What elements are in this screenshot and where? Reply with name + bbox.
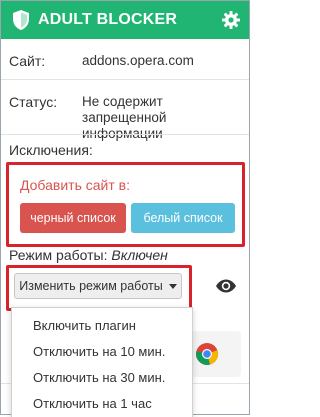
gear-icon[interactable] [221,10,241,30]
exclusions-box: Добавить сайт в: черный список белый спи… [6,162,245,247]
shield-icon [13,10,29,30]
site-label: Сайт: [9,53,46,69]
black-list-button[interactable]: черный список [20,203,126,233]
site-value: addons.opera.com [82,53,194,68]
menu-item-disable-1-hour[interactable]: Отключить на 1 час [33,396,152,411]
mode-row: Режим работы: Включен [9,247,168,263]
change-mode-button[interactable]: Изменить режим работы [14,273,182,299]
eye-icon[interactable] [215,279,237,293]
change-mode-label: Изменить режим работы [19,279,163,293]
mode-label: Режим работы: [9,247,108,263]
divider [1,79,249,80]
chrome-store-badge [189,331,241,377]
chrome-icon [196,343,219,365]
menu-item-disable-10-min[interactable]: Отключить на 10 мин. [33,344,165,359]
mode-dropdown-menu: Включить плагин Отключить на 10 мин. Отк… [11,307,193,417]
exclusions-label: Исключения: [9,142,93,158]
mode-box: Изменить режим работы [6,265,192,311]
header: ADULT BLOCKER [1,1,249,39]
divider [1,134,249,135]
mode-value: Включен [111,247,168,263]
app-title: ADULT BLOCKER [38,11,178,28]
status-label: Статус: [9,94,58,110]
menu-item-disable-30-min[interactable]: Отключить на 30 мин. [33,370,165,385]
popup-window: ADULT BLOCKER Сайт: addons.opera.com Ста… [0,0,250,417]
menu-item-enable[interactable]: Включить плагин [33,318,136,333]
add-site-label: Добавить сайт в: [20,177,130,193]
white-list-button[interactable]: белый список [131,203,235,233]
caret-down-icon [168,283,177,289]
